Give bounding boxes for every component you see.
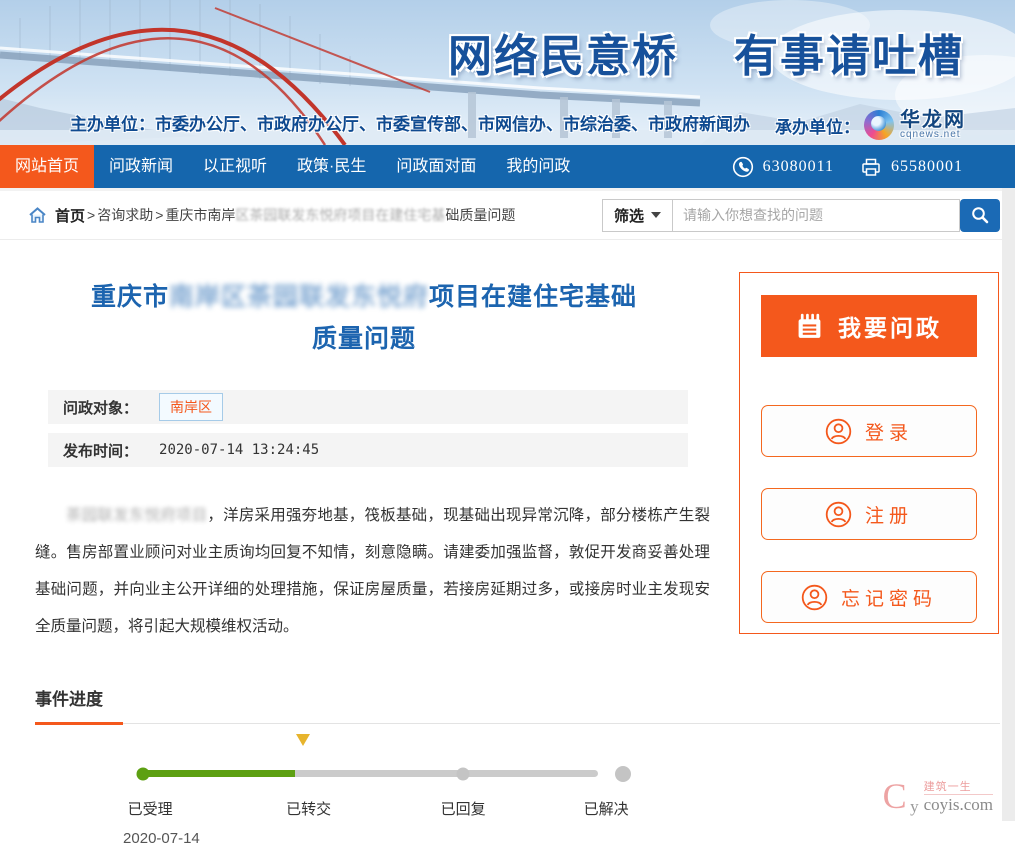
breadcrumb-page-prefix: 重庆市南岸 — [165, 207, 236, 223]
target-label: 问政对象： — [63, 399, 139, 417]
breadcrumb-home[interactable]: 首页 — [55, 205, 85, 226]
article: 重庆市南岸区茶园联发东悦府项目在建住宅基础 质量问题 问政对象： 南岸区 发布时… — [35, 240, 1000, 864]
breadcrumb-page-suffix: 础质量问题 — [445, 207, 516, 223]
step-label-forwarded: 已转交 — [286, 801, 332, 818]
nav-item-facetoface[interactable]: 问政面对面 — [381, 145, 491, 188]
watermark-letter-y: y — [910, 797, 919, 816]
main-content: 重庆市南岸区茶园联发东悦府项目在建住宅基础 质量问题 问政对象： 南岸区 发布时… — [0, 240, 1015, 864]
nav-item-home[interactable]: 网站首页 — [0, 145, 95, 188]
search-bar: 筛选 — [602, 198, 1000, 232]
fax-number: 65580001 — [891, 157, 963, 175]
step-label-accepted: 已受理 — [127, 801, 173, 818]
nav-item-news[interactable]: 问政新闻 — [94, 145, 188, 188]
login-label: 登录 — [864, 422, 913, 444]
title-line2: 质量问题 — [311, 325, 416, 353]
meta-target-row: 问政对象： 南岸区 — [48, 390, 688, 424]
marker-pin-tip — [296, 734, 311, 763]
main-navbar: 网站首页 问政新闻 以正视听 政策·民生 问政面对面 我的问政 63080011… — [0, 145, 1015, 188]
user-circle-icon — [801, 584, 828, 610]
search-button[interactable] — [960, 198, 1000, 232]
body-redacted: 茶园联发东悦府项目 — [66, 507, 208, 524]
nav-item-policy[interactable]: 政策·民生 — [282, 145, 381, 188]
caret-down-icon — [651, 212, 662, 218]
title-suffix: 项目在建住宅基础 — [429, 283, 638, 311]
login-button[interactable]: 登录 — [761, 405, 977, 457]
nav-item-clarify[interactable]: 以正视听 — [188, 145, 282, 188]
filter-label: 筛选 — [614, 207, 645, 225]
coyis-logo-icon: C y — [882, 776, 919, 816]
publish-time: 2020-07-14 13:24:45 — [159, 442, 320, 458]
watermark-name: 建筑一生 — [923, 778, 993, 795]
phone-icon — [732, 156, 753, 177]
undertaker-label: 承办单位： — [775, 117, 860, 137]
progress-heading: 事件进度 — [35, 685, 123, 725]
step-node-accepted — [136, 767, 150, 780]
title-prefix: 重庆市 — [90, 283, 169, 311]
forgot-password-label: 忘记密码 — [840, 588, 937, 610]
watermark-text: 建筑一生 coyis.com — [923, 778, 993, 815]
nav-item-mine[interactable]: 我的问政 — [491, 145, 585, 188]
breadcrumb-separator: > — [155, 207, 164, 223]
phone-number: 63080011 — [762, 157, 834, 175]
notepad-icon — [798, 313, 821, 338]
step-label-resolved: 已解决 — [583, 801, 629, 818]
ask-politics-button[interactable]: 我要问政 — [761, 295, 977, 357]
cqnews-domain: cqnews.net — [900, 129, 961, 140]
breadcrumb-page-redacted: 区茶园联发东悦府项目在建住宅基 — [235, 207, 446, 223]
target-tag[interactable]: 南岸区 — [159, 393, 224, 421]
search-icon — [972, 207, 989, 224]
cqnews-logo-icon — [864, 110, 894, 140]
organizer-list: 市委办公厅、市政府办公厅、市委宣传部、市网信办、市综治委、市政府新闻办 — [155, 115, 750, 134]
action-sidebar: 我要问政 登录 注册 忘记密码 — [739, 272, 999, 634]
banner-organizers: 主办单位：市委办公厅、市政府办公厅、市委宣传部、市网信办、市综治委、市政府新闻办… — [0, 104, 1015, 140]
progress-section: 事件进度 已受理 已转交 已回复 已解决 2020-07-14 — [35, 685, 1000, 864]
ask-politics-label: 我要问政 — [838, 315, 942, 341]
banner-title-part2: 有事请吐槽 — [734, 32, 964, 81]
nav-contact: 63080011 65580001 — [732, 145, 1015, 188]
progress-heading-rule: 事件进度 — [35, 685, 1000, 725]
filter-dropdown[interactable]: 筛选 — [602, 198, 674, 232]
title-redacted: 南岸区茶园联发东悦府 — [168, 283, 429, 311]
step-date-accepted: 2020-07-14 — [123, 830, 200, 847]
organizer-line: 主办单位：市委办公厅、市政府办公厅、市委宣传部、市网信办、市综治委、市政府新闻办 — [70, 110, 750, 135]
watermark-domain: coyis.com — [923, 794, 993, 814]
breadcrumb-section[interactable]: 咨询求助 — [97, 205, 153, 225]
register-button[interactable]: 注册 — [761, 488, 977, 540]
watermark-letter-c: C — [882, 776, 907, 816]
breadcrumb-row: 首页 > 咨询求助 > 重庆市南岸 区茶园联发东悦府项目在建住宅基 础质量问题 … — [0, 188, 1015, 240]
step-node-resolved — [615, 765, 631, 782]
home-icon[interactable] — [28, 206, 47, 224]
step-marker-current — [296, 734, 311, 764]
banner-title-part1: 网络民意桥 — [448, 32, 678, 81]
time-label: 发布时间： — [63, 442, 139, 460]
article-title: 重庆市南岸区茶园联发东悦府项目在建住宅基础 质量问题 — [35, 276, 693, 360]
fax-icon — [862, 158, 880, 176]
step-node-replied — [456, 767, 470, 780]
breadcrumb: 首页 > 咨询求助 > 重庆市南岸 区茶园联发东悦府项目在建住宅基 础质量问题 — [28, 205, 515, 226]
banner-title: 网络民意桥 有事请吐槽 — [448, 20, 964, 84]
search-input[interactable] — [673, 198, 960, 232]
page-right-gutter — [1002, 188, 1015, 821]
breadcrumb-separator: > — [87, 207, 96, 223]
progress-track: 已受理 已转交 已回复 已解决 2020-07-14 — [123, 732, 631, 864]
user-circle-icon — [825, 418, 852, 444]
user-circle-icon — [825, 501, 852, 527]
watermark: C y 建筑一生 coyis.com — [882, 776, 993, 816]
body-main: ，洋房采用强夯地基，筏板基础，现基础出现异常沉降，部分楼栋产生裂缝。售房部置业顾… — [35, 507, 710, 635]
undertaker-line: 承办单位： 华龙网 cqnews.net — [775, 110, 966, 140]
article-body: 茶园联发东悦府项目，洋房采用强夯地基，筏板基础，现基础出现异常沉降，部分楼栋产生… — [35, 497, 710, 645]
register-label: 注册 — [864, 505, 913, 527]
forgot-password-button[interactable]: 忘记密码 — [761, 571, 977, 623]
top-banner: 网络民意桥 有事请吐槽 主办单位：市委办公厅、市政府办公厅、市委宣传部、市网信办… — [0, 0, 1015, 145]
progress-bar-fill — [143, 770, 295, 777]
progress-bar — [143, 770, 598, 777]
step-label-replied: 已回复 — [440, 801, 486, 818]
organizer-label: 主办单位： — [70, 115, 155, 134]
meta-time-row: 发布时间： 2020-07-14 13:24:45 — [48, 433, 688, 467]
cqnews-title: 华龙网 — [900, 109, 966, 131]
cqnews-name: 华龙网 cqnews.net — [900, 110, 966, 140]
